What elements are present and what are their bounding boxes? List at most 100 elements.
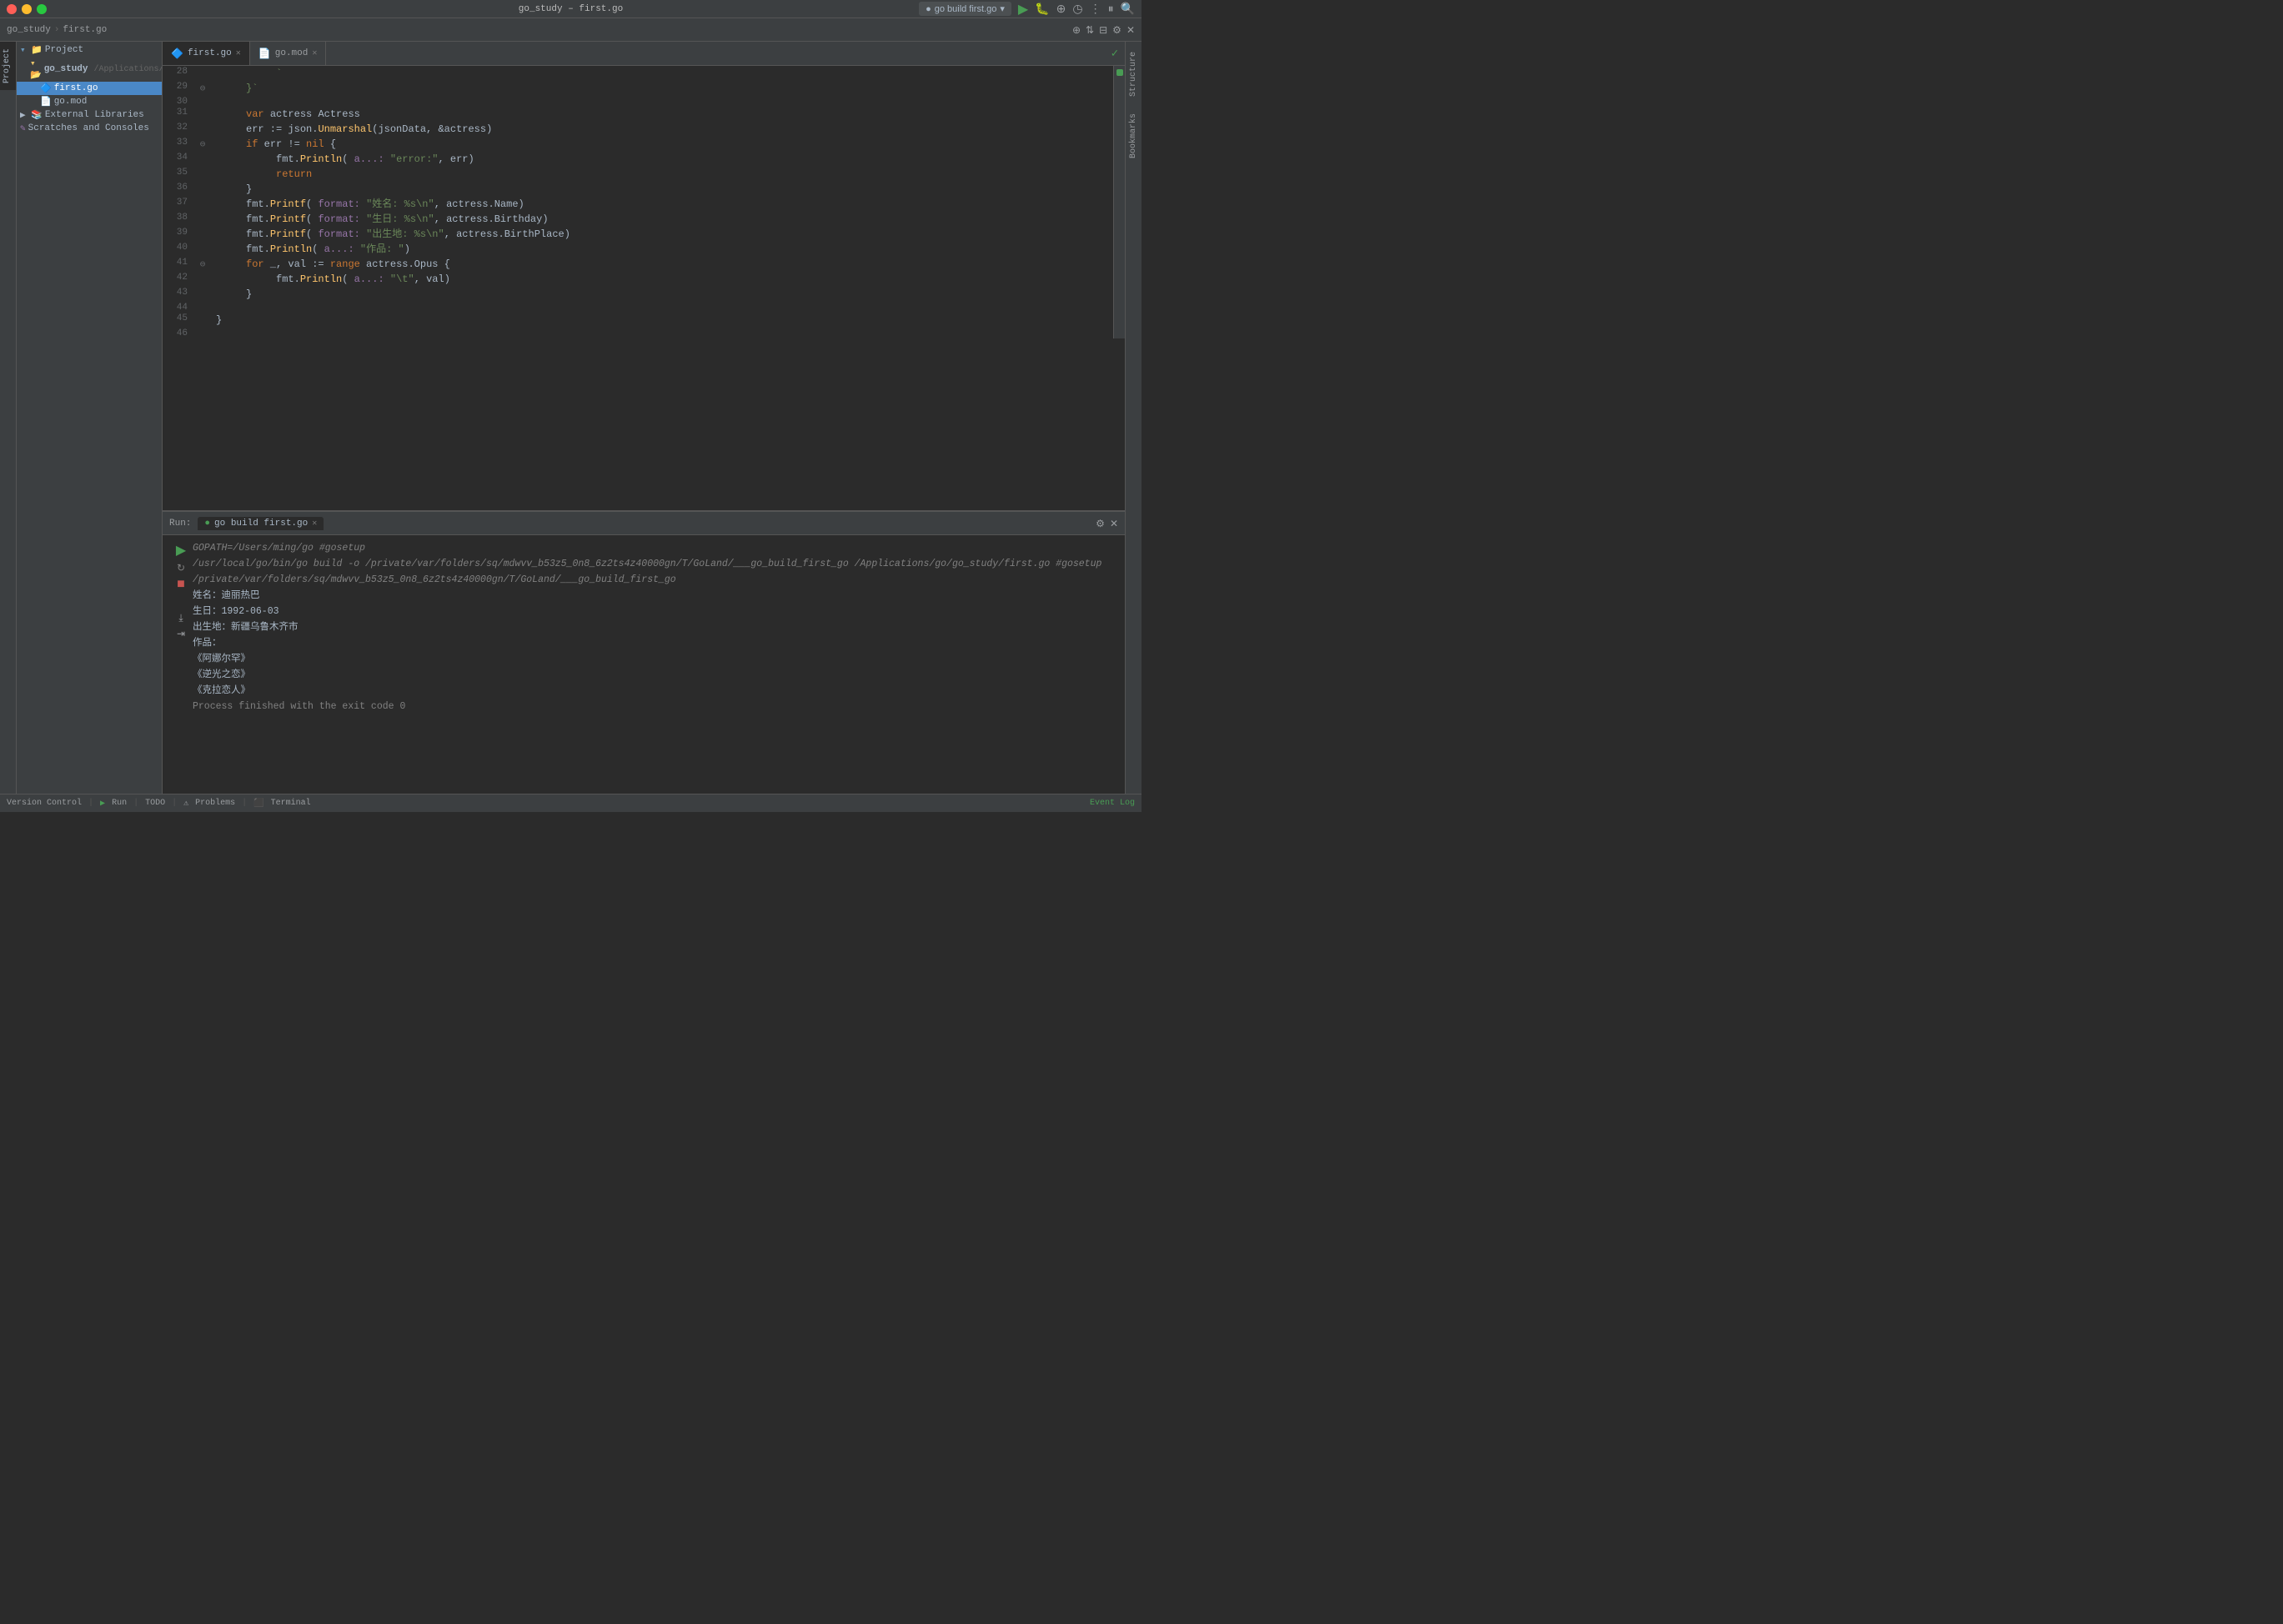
project-panel: ▾ 📁 Project ▾ 📂 go_study /Applications/g… [17, 42, 163, 794]
code-line-39: 39 fmt.Printf( format: "出生地: %s\n", actr… [163, 227, 1113, 242]
tree-path-label: /Applications/go/go_study [94, 65, 163, 74]
project-tab[interactable]: Project [0, 42, 16, 90]
collapse-button[interactable]: ⊟ [1099, 24, 1107, 36]
folder-expand-icon: ▾ 📂 [30, 58, 42, 81]
run-panel-hide[interactable]: ✕ [1110, 518, 1118, 529]
pause-button[interactable]: ⏸ [1108, 2, 1114, 16]
run-config-label: go build first.go [935, 4, 997, 14]
run-button[interactable]: ▶ [1018, 1, 1028, 18]
run-tab-label: go build first.go [214, 519, 308, 529]
structure-tab[interactable]: Structure [1126, 45, 1141, 103]
status-left: Version Control | ▶ Run | TODO | ⚠ Probl… [7, 799, 311, 809]
problems-icon: ⚠ [183, 799, 188, 809]
project-icon: ▾ 📁 [20, 44, 43, 56]
tab-go-mod[interactable]: 📄 go.mod ✕ [250, 42, 327, 65]
editor-tabs: 🔷 first.go ✕ 📄 go.mod ✕ [163, 42, 1105, 65]
editor-area: 🔷 first.go ✕ 📄 go.mod ✕ ✓ [163, 42, 1125, 794]
rerun-button[interactable]: ↻ [177, 562, 185, 574]
scroll-to-end-button[interactable]: ⤓ [178, 612, 183, 624]
tree-item-go-mod[interactable]: 📄 go.mod [17, 95, 162, 108]
code-line-41: 41 ⊖ for _, val := range actress.Opus { [163, 257, 1113, 272]
code-line-37: 37 fmt.Printf( format: "姓名: %s\n", actre… [163, 197, 1113, 212]
code-editor[interactable]: 28 ` 29 ⊖ }` [163, 66, 1125, 510]
more-button[interactable]: ⋮ [1090, 2, 1101, 16]
code-line-29: 29 ⊖ }` [163, 81, 1113, 96]
run-again-button[interactable]: ▶ [176, 542, 186, 559]
tree-first-go-label: first.go [54, 83, 98, 93]
scroll-indicator [1116, 69, 1123, 76]
stop-button[interactable]: ■ [177, 577, 185, 592]
tree-item-first-go[interactable]: 🔷 first.go [17, 82, 162, 95]
run-panel-settings[interactable]: ⚙ [1096, 518, 1105, 529]
run-status[interactable]: Run [112, 799, 127, 808]
breadcrumb-file[interactable]: first.go [63, 25, 107, 35]
run-output-line-4: 姓名：迪丽热巴 [193, 588, 1118, 604]
tab-first-go-close[interactable]: ✕ [236, 48, 241, 58]
tree-go-study-label: go_study [44, 64, 88, 74]
tree-item-scratches[interactable]: ✎ Scratches and Consoles [17, 122, 162, 135]
run-output-line-2: /usr/local/go/bin/go build -o /private/v… [193, 556, 1118, 572]
chevron-down-icon: ▾ [1000, 3, 1005, 14]
add-panel-button[interactable]: ⊕ [1072, 24, 1081, 36]
right-scroll-gutter[interactable] [1113, 66, 1125, 338]
sort-button[interactable]: ⇅ [1086, 24, 1094, 36]
code-line-28: 28 ` [163, 66, 1113, 81]
tab-first-go-label: first.go [188, 48, 232, 58]
version-control-status[interactable]: Version Control [7, 799, 82, 808]
content-area: Project ▾ 📁 Project ▾ 📂 go_study /Applic… [0, 42, 1142, 794]
terminal-status[interactable]: Terminal [271, 799, 311, 808]
status-sep1: | [88, 799, 93, 808]
code-line-40: 40 fmt.Println( a...: "作品: ") [163, 242, 1113, 257]
run-output-process: Process finished with the exit code 0 [193, 699, 1118, 714]
window-controls [7, 4, 47, 14]
close-button[interactable] [7, 4, 17, 14]
scratches-icon: ✎ [20, 123, 26, 134]
bookmarks-tab[interactable]: Bookmarks [1126, 107, 1141, 165]
settings-button[interactable]: ⚙ [1112, 24, 1121, 36]
run-output-line-1: GOPATH=/Users/ming/go #gosetup [193, 540, 1118, 556]
run-output-line-10: 《克拉恋人》 [193, 683, 1118, 699]
tree-item-external-libs[interactable]: ▶ 📚 External Libraries [17, 108, 162, 122]
toolbar-right: ⊕ ⇅ ⊟ ⚙ ✕ [1072, 24, 1135, 36]
tab-go-mod-close[interactable]: ✕ [312, 48, 317, 58]
run-tab[interactable]: ● go build first.go ✕ [198, 517, 324, 530]
todo-status[interactable]: TODO [145, 799, 165, 808]
soft-wrap-button[interactable]: ⇥ [177, 628, 185, 639]
problems-status[interactable]: Problems [195, 799, 235, 808]
tree-item-go-study[interactable]: ▾ 📂 go_study /Applications/go/go_study [17, 57, 162, 82]
run-panel-header: Run: ● go build first.go ✕ ⚙ ✕ [163, 512, 1125, 535]
run-tab-icon: ● [204, 519, 210, 529]
run-output-line-9: 《逆光之恋》 [193, 667, 1118, 683]
breadcrumb-project[interactable]: go_study [7, 25, 51, 35]
tab-first-go[interactable]: 🔷 first.go ✕ [163, 42, 250, 65]
profile-button[interactable]: ◷ [1072, 2, 1082, 16]
run-output-line-7: 作品： [193, 635, 1118, 651]
code-line-31: 31 var actress Actress [163, 107, 1113, 122]
search-everywhere-button[interactable]: 🔍 [1121, 2, 1135, 16]
minimize-button[interactable] [22, 4, 32, 14]
run-config-dropdown[interactable]: ● go build first.go ▾ [919, 2, 1011, 16]
code-line-36: 36 } [163, 182, 1113, 197]
window-title: go_study – first.go [519, 4, 623, 14]
event-log-status[interactable]: Event Log [1090, 799, 1135, 808]
maximize-button[interactable] [37, 4, 47, 14]
run-content: ▶ ↻ ■ ⤓ ⇥ GOPATH=/Users/ming/go #gosetup… [163, 535, 1125, 794]
debug-button[interactable]: 🐛 [1035, 2, 1049, 16]
hide-button[interactable]: ✕ [1126, 24, 1135, 36]
title-bar-right: ● go build first.go ▾ ▶ 🐛 ⊕ ◷ ⋮ ⏸ 🔍 [919, 1, 1135, 18]
run-sidebar-spacer [174, 595, 188, 609]
run-output-line-6: 出生地：新疆乌鲁木齐市 [193, 619, 1118, 635]
status-sep3: | [172, 799, 177, 808]
coverage-button[interactable]: ⊕ [1056, 2, 1066, 16]
code-line-38: 38 fmt.Printf( format: "生日: %s\n", actre… [163, 212, 1113, 227]
code-line-30: 30 [163, 96, 1113, 107]
tree-item-project[interactable]: ▾ 📁 Project [17, 43, 162, 57]
run-sidebar: ▶ ↻ ■ ⤓ ⇥ [169, 540, 193, 789]
external-libs-icon: ▶ 📚 [20, 109, 43, 121]
first-go-file-icon: 🔷 [171, 48, 183, 60]
run-panel: Run: ● go build first.go ✕ ⚙ ✕ [163, 510, 1125, 794]
code-line-45: 45 } [163, 313, 1113, 328]
run-tab-close[interactable]: ✕ [312, 519, 317, 529]
title-bar: go_study – first.go ● go build first.go … [0, 0, 1142, 18]
run-icon: ● [926, 4, 931, 14]
